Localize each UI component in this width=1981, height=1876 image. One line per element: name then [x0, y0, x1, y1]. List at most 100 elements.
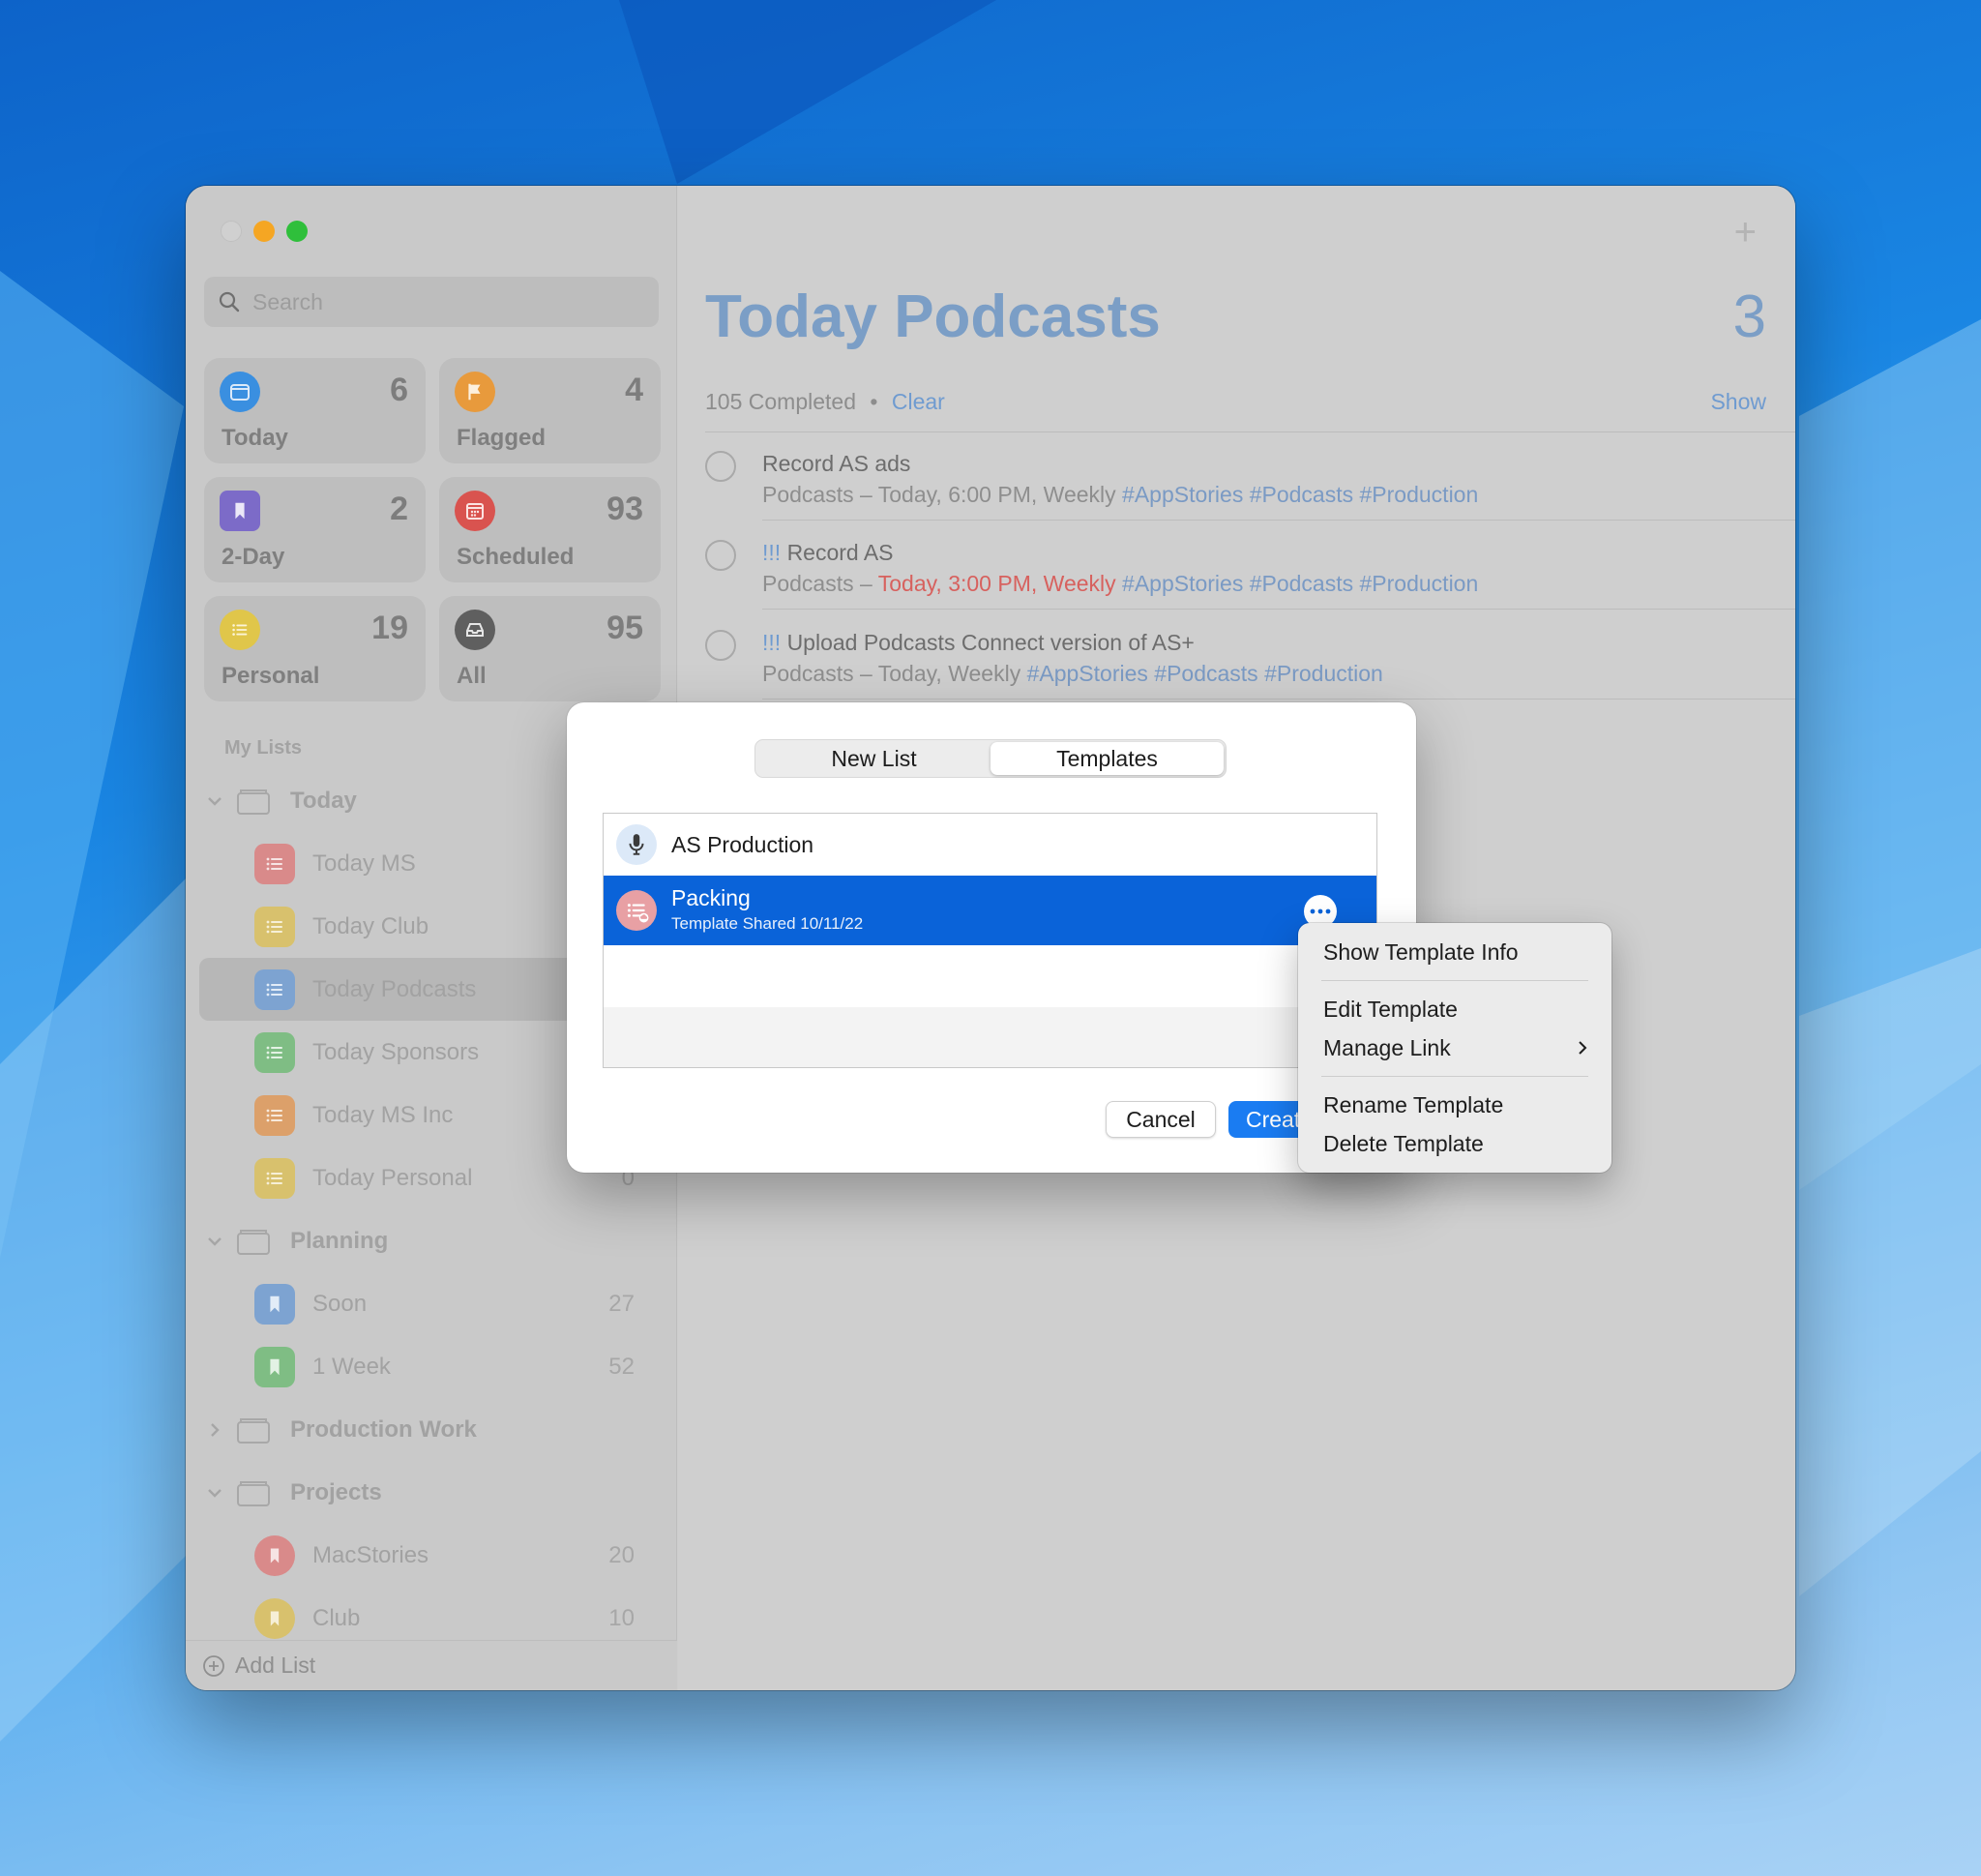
- smart-list-label: 2-Day: [222, 544, 285, 570]
- folder-icon: [237, 1417, 270, 1444]
- chevron-down-icon[interactable]: [205, 1483, 224, 1503]
- template-item-packing[interactable]: Packing Template Shared 10/11/22: [604, 876, 1376, 945]
- search-input[interactable]: [252, 288, 639, 315]
- divider: [762, 699, 1795, 700]
- divider: [762, 520, 1795, 521]
- list-count: 20: [608, 1541, 635, 1568]
- search-field[interactable]: [204, 277, 659, 327]
- list-count: 27: [608, 1290, 635, 1317]
- new-list-dialog: New List Templates AS Production Packing…: [567, 702, 1416, 1173]
- smart-list-today[interactable]: 6 Today: [204, 358, 426, 463]
- close-window-button[interactable]: [221, 221, 242, 242]
- chevron-right-icon: [1579, 1041, 1587, 1055]
- smart-list-personal[interactable]: 19 Personal: [204, 596, 426, 701]
- menu-item-show-template-info[interactable]: Show Template Info: [1298, 933, 1611, 971]
- list-item-macstories[interactable]: MacStories 20: [186, 1524, 677, 1587]
- reminder-details: Podcasts – Today, Weekly #AppStories #Po…: [762, 661, 1383, 687]
- menu-item-edit-template[interactable]: Edit Template: [1298, 990, 1611, 1028]
- completed-summary: 105 Completed • Clear: [705, 389, 945, 415]
- list-group-name: Today: [290, 787, 357, 814]
- templates-list: AS Production Packing Template Shared 10…: [603, 813, 1377, 1068]
- smart-list-label: Flagged: [457, 425, 547, 451]
- zoom-window-button[interactable]: [286, 221, 308, 242]
- add-list-label: Add List: [235, 1653, 316, 1678]
- smart-list-all[interactable]: 95 All: [439, 596, 661, 701]
- reminder-tags[interactable]: #AppStories #Podcasts #Production: [1027, 661, 1383, 686]
- list-icon: [254, 968, 295, 1010]
- complete-checkbox[interactable]: [705, 630, 736, 661]
- separator-dot: •: [870, 389, 878, 414]
- list-name: Soon: [312, 1290, 368, 1317]
- reminder-name: Upload Podcasts Connect version of AS+: [786, 630, 1195, 655]
- minimize-window-button[interactable]: [253, 221, 275, 242]
- tray-icon: [455, 610, 495, 650]
- complete-checkbox[interactable]: [705, 451, 736, 482]
- list-icon: [254, 1031, 295, 1073]
- calendar-grid-icon: [455, 491, 495, 531]
- complete-checkbox[interactable]: [705, 540, 736, 571]
- clear-completed-button[interactable]: Clear: [892, 389, 945, 414]
- list-group-projects[interactable]: Projects: [186, 1461, 677, 1524]
- smart-list-flagged[interactable]: 4 Flagged: [439, 358, 661, 463]
- smart-list-2-day[interactable]: 2 2-Day: [204, 477, 426, 582]
- tab-templates[interactable]: Templates: [990, 742, 1224, 775]
- list-group-planning[interactable]: Planning: [186, 1209, 677, 1272]
- smart-list-label: All: [457, 663, 487, 689]
- show-completed-button[interactable]: Show: [1710, 389, 1766, 415]
- reminder-detail-text: Podcasts – Today, 6:00 PM, Weekly: [762, 482, 1116, 507]
- ellipsis-icon: [1310, 908, 1331, 914]
- list-group-name: Planning: [290, 1227, 389, 1254]
- bookmark-icon: [254, 1346, 295, 1387]
- list-name: Today MS: [312, 849, 416, 877]
- add-list-button[interactable]: Add List: [186, 1640, 677, 1690]
- reminder-title[interactable]: !!! Upload Podcasts Connect version of A…: [762, 630, 1195, 656]
- list-name: MacStories: [312, 1541, 429, 1568]
- add-reminder-button[interactable]: +: [1734, 211, 1757, 254]
- menu-item-rename-template[interactable]: Rename Template: [1298, 1086, 1611, 1124]
- cancel-button[interactable]: Cancel: [1106, 1101, 1216, 1138]
- reminder-detail-text: Podcasts – Today, Weekly: [762, 661, 1021, 686]
- list-name: Today MS Inc: [312, 1101, 454, 1128]
- reminder-title[interactable]: !!! Record AS: [762, 540, 894, 566]
- folder-icon: [237, 1229, 270, 1255]
- list-icon: [220, 610, 260, 650]
- smart-list-label: Personal: [222, 663, 320, 689]
- folder-icon: [237, 1480, 270, 1506]
- list-name: Today Podcasts: [312, 975, 477, 1002]
- smart-list-scheduled[interactable]: 93 Scheduled: [439, 477, 661, 582]
- chevron-right-icon[interactable]: [205, 1420, 224, 1440]
- folder-icon: [237, 789, 270, 815]
- template-context-menu: Show Template Info Edit Template Manage …: [1298, 923, 1611, 1173]
- list-item-soon[interactable]: Soon 27: [186, 1272, 677, 1335]
- shared-list-icon: [616, 890, 657, 931]
- smart-list-count: 93: [606, 491, 643, 527]
- list-count: 52: [608, 1353, 635, 1380]
- list-group-production-work[interactable]: Production Work: [186, 1398, 677, 1461]
- window-controls: [221, 221, 308, 242]
- smart-list-count: 6: [390, 372, 408, 408]
- tab-new-list[interactable]: New List: [757, 742, 990, 775]
- template-item-as-production[interactable]: AS Production: [604, 814, 1376, 876]
- plus-circle-icon: [203, 1654, 224, 1677]
- smart-list-count: 2: [390, 491, 408, 527]
- bookmark-icon: [254, 1283, 295, 1325]
- template-subtitle: Template Shared 10/11/22: [671, 914, 864, 933]
- list-count: 10: [608, 1604, 635, 1631]
- smart-list-count: 4: [625, 372, 643, 408]
- reminder-tags[interactable]: #AppStories #Podcasts #Production: [1122, 482, 1478, 507]
- list-group-name: Production Work: [290, 1415, 477, 1443]
- dialog-tab-control: New List Templates: [754, 739, 1227, 778]
- reminder-title[interactable]: Record AS ads: [762, 451, 910, 477]
- menu-item-delete-template[interactable]: Delete Template: [1298, 1124, 1611, 1163]
- list-icon: [254, 1094, 295, 1136]
- smart-list-count: 19: [371, 610, 408, 646]
- reminder-name: Record AS ads: [762, 451, 911, 476]
- list-name: Today Sponsors: [312, 1038, 480, 1065]
- list-item-1-week[interactable]: 1 Week 52: [186, 1335, 677, 1398]
- priority-marker: !!!: [762, 630, 782, 655]
- menu-item-manage-link[interactable]: Manage Link: [1298, 1028, 1611, 1067]
- smart-list-count: 95: [606, 610, 643, 646]
- chevron-down-icon[interactable]: [205, 1232, 224, 1251]
- reminder-tags[interactable]: #AppStories #Podcasts #Production: [1122, 571, 1478, 596]
- chevron-down-icon[interactable]: [205, 791, 224, 811]
